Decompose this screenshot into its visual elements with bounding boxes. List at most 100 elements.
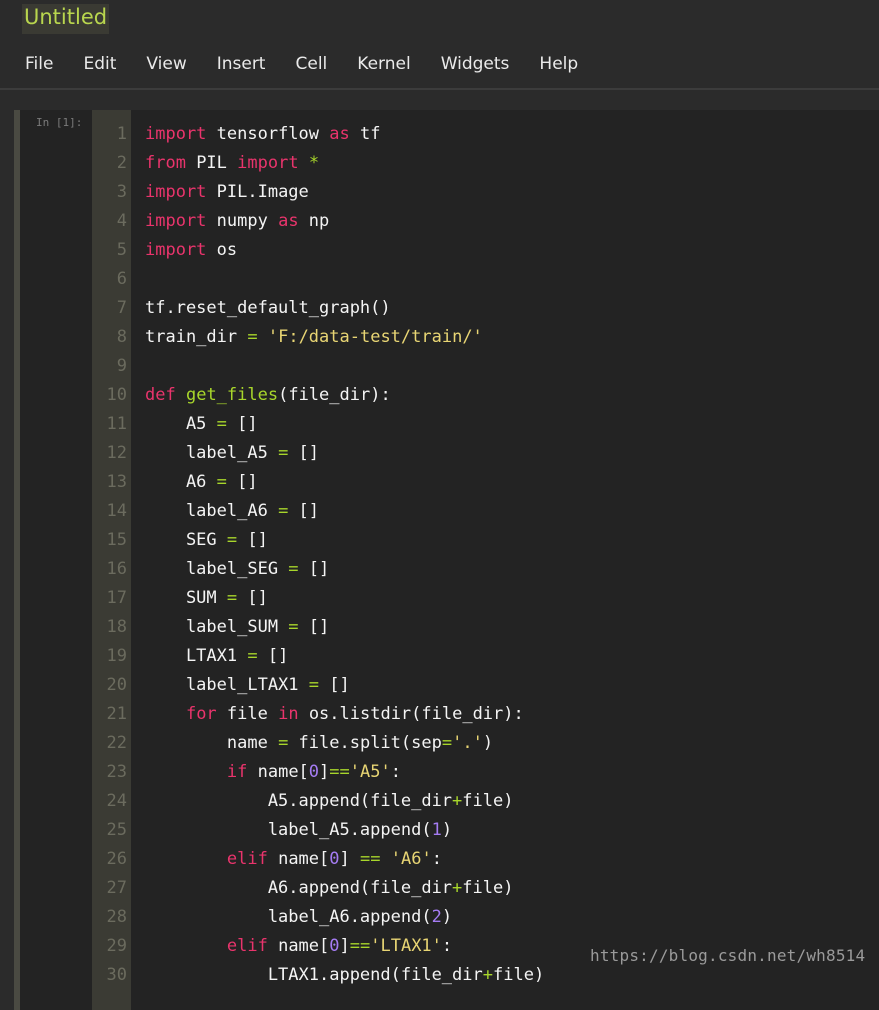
notebook-title[interactable]: Untitled bbox=[22, 4, 110, 34]
code-token: if bbox=[226, 762, 248, 782]
code-token: : bbox=[431, 849, 442, 869]
code-text[interactable]: label_A6 = [] bbox=[145, 497, 319, 526]
code-line[interactable]: 20 label_LTAX1 = [] bbox=[14, 671, 879, 700]
code-text[interactable]: if name[0]=='A5': bbox=[145, 758, 401, 787]
menu-file[interactable]: File bbox=[10, 52, 68, 76]
code-text[interactable]: import PIL.Image bbox=[145, 178, 309, 207]
menu-help[interactable]: Help bbox=[524, 52, 593, 76]
code-text[interactable]: name = file.split(sep='.') bbox=[145, 729, 493, 758]
code-token: os.listdir(file_dir): bbox=[298, 704, 524, 724]
line-number: 10 bbox=[106, 385, 127, 405]
code-token: = bbox=[288, 559, 299, 579]
code-line[interactable]: 3 import PIL.Image bbox=[14, 178, 879, 207]
code-text[interactable]: label_A6.append(2) bbox=[145, 903, 452, 932]
code-text[interactable]: A6 = [] bbox=[145, 468, 258, 497]
code-line[interactable]: 23 if name[0]=='A5': bbox=[14, 758, 879, 787]
code-line[interactable]: 24 A5.append(file_dir+file) bbox=[14, 787, 879, 816]
line-number: 20 bbox=[106, 675, 127, 695]
code-text[interactable]: import os bbox=[145, 236, 237, 265]
code-token: 2 bbox=[431, 907, 442, 927]
code-token: name[ bbox=[267, 936, 330, 956]
code-line[interactable]: 2 from PIL import * bbox=[14, 149, 879, 178]
code-text[interactable]: label_SEG = [] bbox=[145, 555, 329, 584]
menu-list: File Edit View Insert Cell Kernel Widget… bbox=[10, 52, 593, 76]
code-line[interactable]: 17 SUM = [] bbox=[14, 584, 879, 613]
code-token: label_SUM bbox=[145, 617, 289, 637]
code-line[interactable]: 14 label_A6 = [] bbox=[14, 497, 879, 526]
code-text[interactable]: import tensorflow as tf bbox=[145, 120, 380, 149]
code-line[interactable]: 27 A6.append(file_dir+file) bbox=[14, 874, 879, 903]
menu-cell[interactable]: Cell bbox=[280, 52, 342, 76]
code-text[interactable]: A6.append(file_dir+file) bbox=[145, 874, 514, 903]
line-number: 28 bbox=[106, 907, 127, 927]
code-line[interactable]: 13 A6 = [] bbox=[14, 468, 879, 497]
code-cell[interactable]: In [1]: 1 import tensorflow as tf 2 from PI… bbox=[14, 110, 879, 1010]
code-line[interactable]: 7 tf.reset_default_graph() bbox=[14, 294, 879, 323]
code-line[interactable]: 21 for file in os.listdir(file_dir): bbox=[14, 700, 879, 729]
code-line[interactable]: 26 elif name[0] == 'A6': bbox=[14, 845, 879, 874]
menu-view[interactable]: View bbox=[131, 52, 201, 76]
menu-kernel[interactable]: Kernel bbox=[342, 52, 425, 76]
code-text[interactable]: elif name[0]=='LTAX1': bbox=[145, 932, 452, 961]
code-text[interactable]: A5 = [] bbox=[145, 410, 258, 439]
code-token: file) bbox=[493, 965, 545, 985]
code-line[interactable]: 19 LTAX1 = [] bbox=[14, 642, 879, 671]
code-text[interactable]: SUM = [] bbox=[145, 584, 268, 613]
code-line[interactable]: 18 label_SUM = [] bbox=[14, 613, 879, 642]
code-line[interactable]: 6 bbox=[14, 265, 879, 294]
code-line[interactable]: 9 bbox=[14, 352, 879, 381]
code-token: file) bbox=[462, 878, 514, 898]
code-line[interactable]: 25 label_A5.append(1) bbox=[14, 816, 879, 845]
code-text[interactable]: label_SUM = [] bbox=[145, 613, 329, 642]
code-text[interactable]: from PIL import * bbox=[145, 149, 319, 178]
code-token: in bbox=[278, 704, 299, 724]
code-token: [] bbox=[288, 501, 320, 521]
menu-widgets[interactable]: Widgets bbox=[426, 52, 525, 76]
code-line[interactable]: 16 label_SEG = [] bbox=[14, 555, 879, 584]
code-text[interactable]: train_dir = 'F:/data-test/train/' bbox=[145, 323, 483, 352]
code-line[interactable]: 11 A5 = [] bbox=[14, 410, 879, 439]
code-token: [] bbox=[257, 646, 289, 666]
code-token: import bbox=[145, 211, 207, 231]
code-line[interactable]: 5 import os bbox=[14, 236, 879, 265]
code-line[interactable]: 4 import numpy as np bbox=[14, 207, 879, 236]
code-line[interactable]: 1 import tensorflow as tf bbox=[14, 120, 879, 149]
code-token: def bbox=[145, 385, 176, 405]
menu-bar: File Edit View Insert Cell Kernel Widget… bbox=[0, 40, 879, 88]
code-token: ] bbox=[339, 936, 350, 956]
code-token: 'A6' bbox=[390, 849, 432, 869]
code-line[interactable]: 10 def get_files(file_dir): bbox=[14, 381, 879, 410]
code-token: == bbox=[349, 936, 371, 956]
code-text[interactable]: LTAX1 = [] bbox=[145, 642, 288, 671]
menu-insert[interactable]: Insert bbox=[202, 52, 281, 76]
code-line[interactable]: 28 label_A6.append(2) bbox=[14, 903, 879, 932]
code-text[interactable]: SEG = [] bbox=[145, 526, 268, 555]
code-token: LTAX1.append(file_dir bbox=[145, 965, 483, 985]
code-text[interactable]: def get_files(file_dir): bbox=[145, 381, 391, 410]
code-token: ) bbox=[482, 733, 494, 753]
line-number: 26 bbox=[106, 849, 127, 869]
code-text[interactable]: import numpy as np bbox=[145, 207, 329, 236]
code-text[interactable]: for file in os.listdir(file_dir): bbox=[145, 700, 524, 729]
menu-edit[interactable]: Edit bbox=[68, 52, 131, 76]
code-token: import bbox=[145, 182, 207, 202]
code-token: label_A5.append( bbox=[145, 820, 432, 840]
code-line[interactable]: 8 train_dir = 'F:/data-test/train/' bbox=[14, 323, 879, 352]
code-text[interactable]: A5.append(file_dir+file) bbox=[145, 787, 514, 816]
code-token: PIL bbox=[185, 153, 238, 173]
code-line[interactable]: 12 label_A5 = [] bbox=[14, 439, 879, 468]
code-text[interactable]: label_LTAX1 = [] bbox=[145, 671, 350, 700]
code-text[interactable]: label_A5.append(1) bbox=[145, 816, 452, 845]
code-text[interactable]: elif name[0] == 'A6': bbox=[145, 845, 442, 874]
code-token: [] bbox=[237, 530, 268, 550]
code-text[interactable]: tf.reset_default_graph() bbox=[145, 294, 391, 323]
code-token: 0 bbox=[329, 849, 340, 869]
code-line[interactable]: 15 SEG = [] bbox=[14, 526, 879, 555]
code-line[interactable]: 22 name = file.split(sep='.') bbox=[14, 729, 879, 758]
code-token: = bbox=[226, 530, 238, 550]
title-bar: Untitled bbox=[0, 0, 879, 40]
code-text[interactable]: label_A5 = [] bbox=[145, 439, 319, 468]
